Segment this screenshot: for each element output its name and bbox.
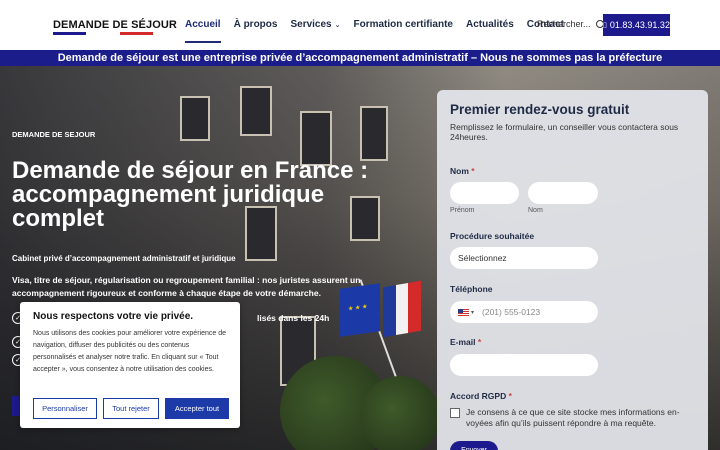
nav-services-label: Services (290, 19, 332, 30)
customize-button[interactable]: Personnaliser (33, 398, 97, 419)
phone-placeholder: (201) 555-0123 (482, 307, 541, 317)
prenom-sublabel: Prénom (450, 207, 475, 214)
site-header: DEMANDE DE SÉJOUR Accueil À propos Servi… (0, 0, 720, 50)
prenom-input[interactable] (450, 182, 519, 204)
rgpd-consent: Je consens à ce que ce site stocke mes i… (450, 407, 700, 429)
cookie-consent-dialog: Nous respectons votre vie privée. Nous u… (20, 302, 240, 428)
required-mark: * (471, 166, 475, 176)
nav-actualites[interactable]: Actualités (466, 19, 514, 30)
reject-all-button[interactable]: Tout rejeter (103, 398, 159, 419)
form-title: Premier rendez-vous gratuit (450, 102, 630, 117)
phone-number: 01.83.43.91.32 (609, 20, 670, 30)
procedure-label: Procédure souhaitée (450, 231, 535, 241)
chevron-down-icon[interactable]: ▾ (471, 309, 474, 316)
nav-services[interactable]: Services ⌄ (290, 19, 340, 30)
cookie-title: Nous respectons votre vie privée. (33, 311, 194, 322)
chevron-down-icon: ⌄ (334, 22, 341, 29)
telephone-label: Téléphone (450, 284, 493, 294)
french-flag (383, 280, 422, 338)
nav-a-propos[interactable]: À propos (234, 19, 278, 30)
hero-title: Demande de séjour en France : accompagne… (12, 157, 369, 232)
nom-input[interactable] (528, 182, 598, 204)
nav-formation[interactable]: Formation certifiante (354, 19, 453, 30)
submit-button[interactable]: Envoyer (450, 441, 498, 450)
phone-button[interactable]: ▯ 01.83.43.91.32 (603, 14, 670, 36)
hero-eyebrow: DEMANDE DE SEJOUR (12, 130, 96, 139)
phone-input[interactable]: ▾ (201) 555-0123 (450, 301, 598, 323)
main-nav: Accueil À propos Services ⌄ Formation cer… (185, 19, 577, 43)
hero-description: Visa, titre de séjour, régularisation ou… (12, 275, 361, 298)
tree-image (360, 376, 440, 450)
logo-tricolor-line (53, 32, 153, 35)
procedure-select[interactable]: Sélectionnez (450, 247, 598, 269)
appointment-form: Premier rendez-vous gratuit Remplissez l… (437, 90, 708, 450)
search-placeholder: Rechercher... (537, 19, 591, 29)
email-label-text: E-mail (450, 337, 476, 347)
hero-bullet-text: lisés dans les 24h (257, 313, 330, 323)
phone-icon: ▯ (603, 22, 607, 29)
nom-sublabel: Nom (528, 207, 543, 214)
search-box[interactable]: Rechercher... (537, 19, 604, 29)
nom-label: Nom * (450, 166, 475, 176)
form-intro: Remplissez le formulaire, un conseiller … (450, 122, 679, 142)
rgpd-label: Accord RGPD * (450, 391, 512, 401)
rgpd-label-text: Accord RGPD (450, 391, 507, 401)
disclaimer-banner: Demande de séjour est une entreprise pri… (0, 50, 720, 66)
accept-all-button[interactable]: Accepter tout (165, 398, 229, 419)
required-mark: * (508, 391, 512, 401)
cookie-buttons: Personnaliser Tout rejeter Accepter tout (33, 398, 229, 419)
site-logo[interactable]: DEMANDE DE SÉJOUR (53, 19, 177, 31)
procedure-select-value: Sélectionnez (458, 253, 507, 263)
email-input[interactable] (450, 354, 598, 376)
nom-label-text: Nom (450, 166, 469, 176)
consent-text: Je consens à ce que ce site stocke mes i… (466, 407, 680, 428)
consent-checkbox[interactable] (450, 408, 460, 418)
nav-accueil[interactable]: Accueil (185, 19, 221, 43)
required-mark: * (477, 337, 482, 347)
us-flag-icon (458, 308, 469, 316)
cookie-text: Nous utilisons des cookies pour améliore… (33, 330, 226, 373)
email-label: E-mail * (450, 337, 481, 347)
hero-subtitle: Cabinet privé d’accompagnement administr… (12, 254, 236, 263)
